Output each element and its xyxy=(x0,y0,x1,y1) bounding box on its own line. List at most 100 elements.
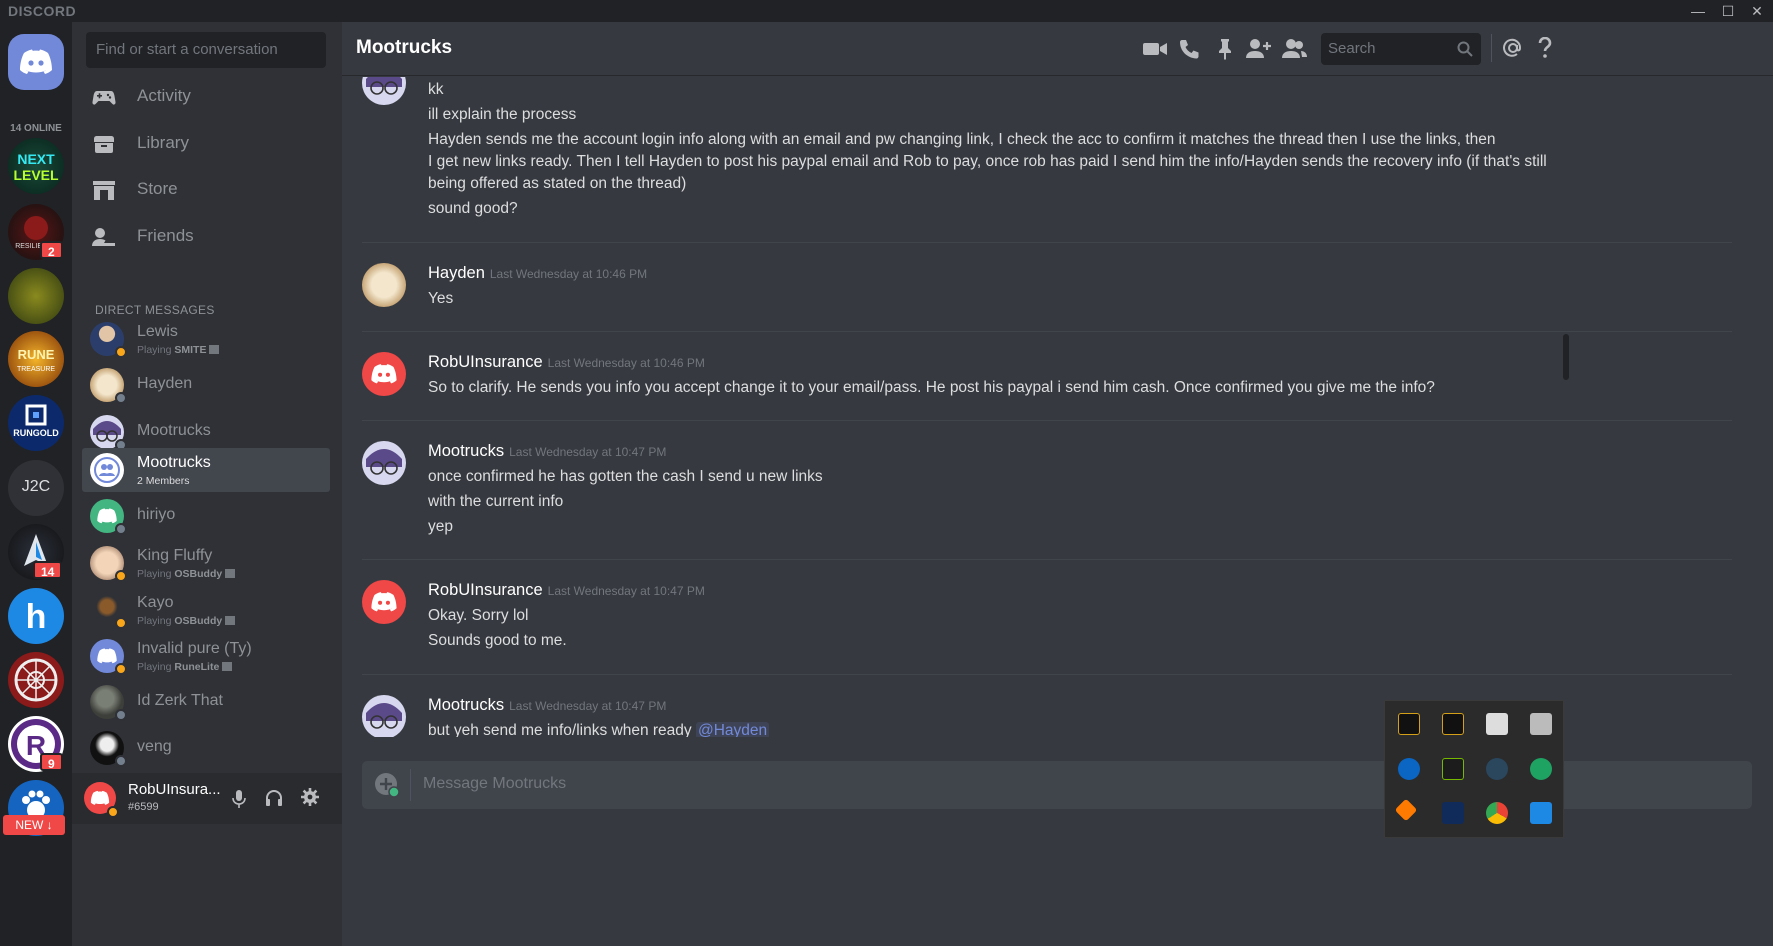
message-author[interactable]: Mootrucks Last Wednesday at 10:47 PM xyxy=(428,442,666,461)
author-avatar[interactable] xyxy=(362,352,406,396)
server-next-level[interactable]: NEXT LEVEL xyxy=(8,138,64,194)
author-avatar[interactable] xyxy=(362,441,406,485)
dm-item[interactable]: veng xyxy=(82,726,330,770)
tray-app-icon[interactable] xyxy=(1530,758,1552,780)
tray-app-icon[interactable] xyxy=(1442,802,1464,824)
microphone-icon[interactable] xyxy=(232,789,246,809)
dm-activity: Playing SMITE xyxy=(137,344,220,356)
dm-members: 2 Members xyxy=(137,475,190,487)
mentions-icon[interactable] xyxy=(1502,37,1524,59)
svg-text:LEVEL: LEVEL xyxy=(13,167,59,183)
message-text: ill explain the process xyxy=(428,106,577,123)
rich-presence-icon xyxy=(209,345,220,354)
discord-icon xyxy=(20,49,52,74)
dm-item[interactable]: hiriyo xyxy=(82,494,330,538)
message-input[interactable]: Message Mootrucks xyxy=(423,775,566,793)
tray-app-icon[interactable] xyxy=(1486,713,1508,735)
dm-item[interactable]: Invalid pure (Ty) Playing RuneLite xyxy=(82,634,330,678)
message-text: with the current info xyxy=(428,493,564,510)
author-avatar[interactable] xyxy=(362,263,406,307)
nav-library[interactable]: Library xyxy=(82,123,330,165)
channel-name: Mootrucks xyxy=(356,37,453,58)
message-author[interactable]: Mootrucks Last Wednesday at 10:47 PM xyxy=(428,696,666,715)
username: RobUInsura... xyxy=(128,781,221,798)
dm-item[interactable]: Hayden xyxy=(82,363,330,407)
settings-gear-icon[interactable] xyxy=(301,788,319,806)
dm-item-selected[interactable]: Mootrucks 2 Members xyxy=(82,448,330,492)
headphones-icon[interactable] xyxy=(265,789,283,807)
member-list-icon[interactable] xyxy=(1281,37,1307,61)
status-idle-icon xyxy=(115,617,127,629)
tray-app-icon[interactable] xyxy=(1530,713,1552,735)
status-offline-icon xyxy=(115,709,127,721)
dm-item[interactable]: Id Zerk That xyxy=(82,680,330,724)
server-game-3[interactable] xyxy=(8,268,64,324)
server-rungold[interactable]: RUNGOLD xyxy=(8,395,64,451)
message-divider xyxy=(362,420,1732,421)
message-text: sound good? xyxy=(428,200,518,217)
rich-presence-icon xyxy=(225,569,236,578)
dm-item[interactable]: King Fluffy Playing OSBuddy xyxy=(82,541,330,585)
upload-plus-icon[interactable] xyxy=(374,772,400,798)
scrollbar-thumb[interactable] xyxy=(1563,334,1569,380)
channel-header: Mootrucks Search xyxy=(342,22,1773,76)
avast-icon[interactable] xyxy=(1394,798,1418,822)
tray-app-icon[interactable] xyxy=(1530,802,1552,824)
server-j2c[interactable]: J2C xyxy=(8,460,64,516)
nav-friends[interactable]: Friends xyxy=(82,216,330,258)
server-rune-treasure[interactable]: RUNE TREASURE xyxy=(8,331,64,387)
pin-icon[interactable] xyxy=(1212,37,1238,61)
new-unreads-button[interactable]: NEW ↓ xyxy=(3,815,65,835)
direct-messages-header: DIRECT MESSAGES xyxy=(95,303,215,317)
server-circle-emblem[interactable] xyxy=(8,652,64,708)
message-text: once confirmed he has gotten the cash I … xyxy=(428,468,823,485)
video-call-icon[interactable] xyxy=(1142,37,1168,61)
group-dm-avatar xyxy=(90,453,124,487)
server-h[interactable]: h xyxy=(8,588,64,644)
server-badge: 9 xyxy=(40,753,63,771)
server-badge: 14 xyxy=(33,561,63,579)
close-button[interactable]: ✕ xyxy=(1741,0,1773,22)
system-tray-overflow xyxy=(1384,700,1564,838)
author-avatar[interactable] xyxy=(362,695,406,737)
dm-item[interactable]: Kayo Playing OSBuddy xyxy=(82,588,330,632)
search-icon xyxy=(1457,41,1473,57)
nav-friends-label: Friends xyxy=(137,226,194,245)
svg-text:h: h xyxy=(26,598,47,636)
message-text: So to clarify. He sends you info you acc… xyxy=(428,379,1435,396)
chrome-icon[interactable] xyxy=(1486,802,1508,824)
nav-activity[interactable]: Activity xyxy=(82,76,330,118)
voice-call-icon[interactable] xyxy=(1177,37,1203,61)
message-divider xyxy=(362,674,1732,675)
bluetooth-icon[interactable] xyxy=(1398,758,1420,780)
friends-wave-icon xyxy=(92,228,115,246)
status-idle-icon xyxy=(115,346,127,358)
help-icon[interactable] xyxy=(1537,37,1553,59)
dm-activity: Playing OSBuddy xyxy=(137,615,236,627)
tray-app-icon[interactable] xyxy=(1398,713,1420,735)
user-mention[interactable]: @Hayden xyxy=(695,722,770,737)
dm-item[interactable]: Lewis Playing SMITE xyxy=(82,317,330,361)
nvidia-icon[interactable] xyxy=(1442,758,1464,780)
home-button[interactable] xyxy=(8,34,64,90)
status-idle-icon xyxy=(115,663,127,675)
tray-app-icon[interactable] xyxy=(1442,713,1464,735)
add-friend-icon[interactable] xyxy=(1246,37,1272,61)
find-conversation-input[interactable]: Find or start a conversation xyxy=(86,32,326,68)
message-author[interactable]: RobUInsurance Last Wednesday at 10:46 PM xyxy=(428,353,705,372)
message-author[interactable]: Hayden Last Wednesday at 10:46 PM xyxy=(428,264,647,283)
minimize-button[interactable]: — xyxy=(1682,0,1714,22)
author-avatar[interactable] xyxy=(362,77,406,105)
message-text: Sounds good to me. xyxy=(428,632,567,649)
nav-store[interactable]: Store xyxy=(82,169,330,211)
maximize-button[interactable]: ☐ xyxy=(1712,0,1744,22)
dm-name: Mootrucks xyxy=(137,454,211,471)
nav-store-label: Store xyxy=(137,179,178,198)
user-panel: RobUInsura... #6599 xyxy=(72,773,342,824)
author-avatar[interactable] xyxy=(362,580,406,624)
message-author[interactable]: RobUInsurance Last Wednesday at 10:47 PM xyxy=(428,581,705,600)
library-icon xyxy=(94,136,114,153)
steam-icon[interactable] xyxy=(1486,758,1508,780)
svg-text:TREASURE: TREASURE xyxy=(17,366,55,373)
svg-text:RUNE: RUNE xyxy=(18,347,55,362)
